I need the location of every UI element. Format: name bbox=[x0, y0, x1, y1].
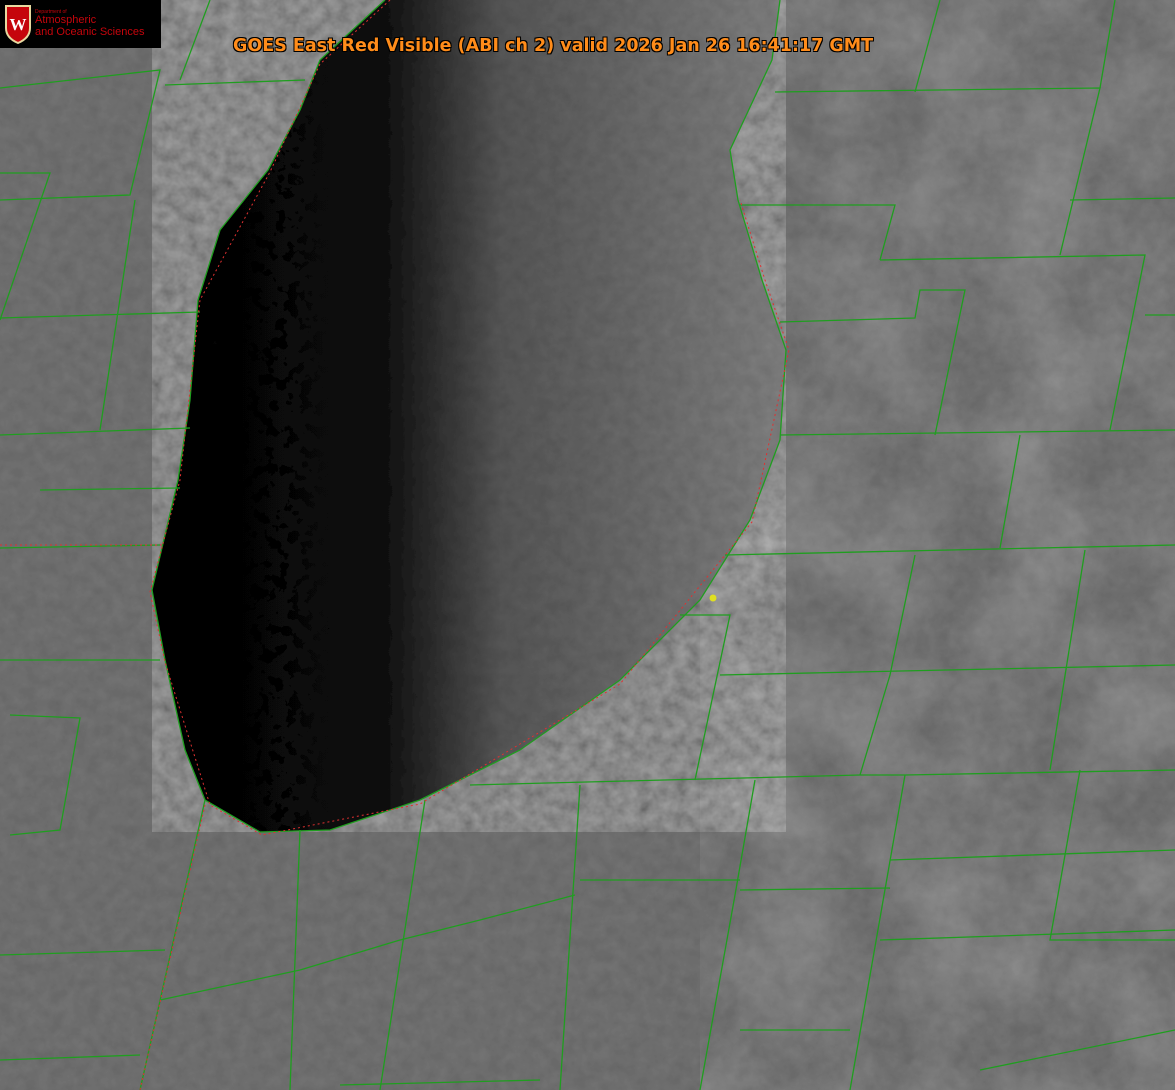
satellite-map-view: W Department of Atmospheric and Oceanic … bbox=[0, 0, 1175, 1090]
location-dot-icon bbox=[709, 594, 717, 602]
aos-logo: W Department of Atmospheric and Oceanic … bbox=[0, 0, 161, 48]
cloud-layer bbox=[700, 0, 1175, 1090]
image-title: GOES East Red Visible (ABI ch 2) valid 2… bbox=[233, 36, 874, 56]
logo-line-1: Atmospheric bbox=[35, 14, 97, 27]
svg-text:W: W bbox=[10, 15, 27, 34]
logo-line-2: and Oceanic Sciences bbox=[35, 25, 145, 38]
satellite-image bbox=[0, 0, 1175, 1090]
uw-crest-icon: W bbox=[5, 5, 31, 44]
